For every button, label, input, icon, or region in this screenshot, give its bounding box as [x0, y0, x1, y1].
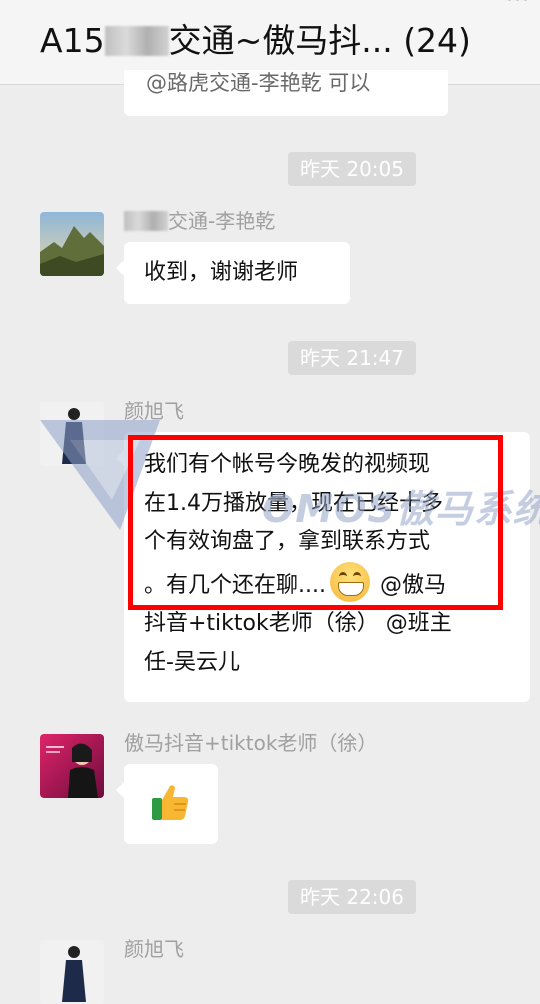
avatar-person-image [40, 940, 104, 1004]
message-bubble[interactable] [116, 764, 218, 844]
chat-title-prefix: A15 [40, 21, 105, 60]
avatar[interactable] [40, 734, 104, 798]
chat-title-suffix: 交通~傲马抖... (24) [168, 21, 471, 60]
timestamp: 昨天 21:47 [288, 341, 416, 375]
message-text: 收到，谢谢老师 [144, 260, 299, 285]
avatar-teacher-image [40, 734, 104, 798]
partial-message-text: @路虎交通-李艳乾 可以 [146, 71, 371, 95]
thumbs-up-emoji-icon [152, 785, 189, 820]
sender-name: 傲马抖音+tiktok老师（徐） [124, 731, 378, 755]
avatar[interactable] [40, 212, 104, 276]
sender-name: 交通-李艳乾 [124, 205, 275, 234]
avatar-person-image [40, 402, 104, 466]
timestamp: 昨天 22:06 [288, 880, 416, 914]
message-line: 抖音+tiktok老师（徐） @班主 [144, 611, 452, 636]
sender-name: 颜旭飞 [124, 399, 184, 423]
avatar[interactable] [40, 402, 104, 466]
redacted-blur [124, 211, 168, 231]
redacted-blur [104, 26, 169, 56]
avatar[interactable] [40, 940, 104, 1004]
sender-name-text: 交通-李艳乾 [168, 209, 276, 233]
partial-message-bubble[interactable]: @路虎交通-李艳乾 可以 [124, 70, 448, 116]
chat-title[interactable]: A15 交通~傲马抖... (24) [40, 14, 471, 62]
message-line: 任-吴云儿 [144, 649, 240, 675]
highlight-box [128, 435, 503, 610]
more-options-icon[interactable]: ··· [506, 0, 530, 13]
avatar-landscape-image [40, 212, 104, 276]
timestamp: 昨天 20:05 [288, 152, 416, 186]
message-bubble[interactable]: 收到，谢谢老师 [116, 242, 350, 304]
